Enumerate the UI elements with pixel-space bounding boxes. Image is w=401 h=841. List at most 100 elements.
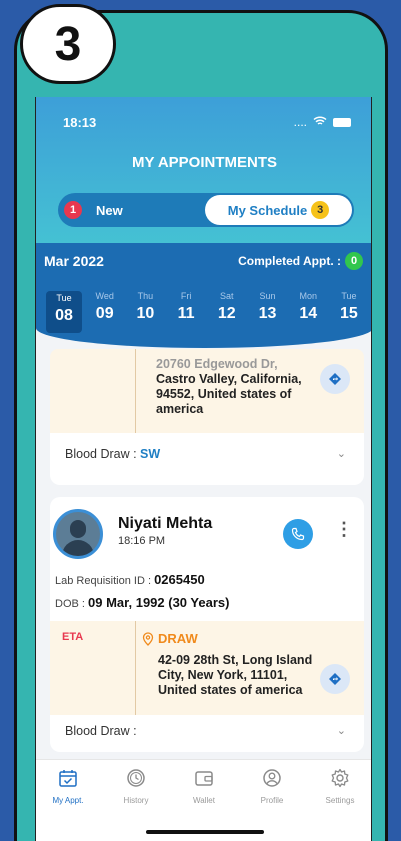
address-divider <box>135 621 136 715</box>
day-number: 12 <box>217 305 236 322</box>
blood-draw-label: Blood Draw : <box>65 447 137 461</box>
day-number: 10 <box>136 305 155 322</box>
status-icons: .... <box>294 115 351 129</box>
view-toggle: 1 New My Schedule 3 <box>58 193 354 227</box>
day-number: 08 <box>55 307 73 324</box>
day-item[interactable]: Wed 09 <box>87 291 123 333</box>
day-list: Tue 08 Wed 09 Thu 10 Fri 11 Sat 12 Sun 13 Mon 1… <box>46 291 371 333</box>
address-line: United states of america <box>158 683 303 697</box>
tab-profile[interactable]: Profile <box>242 768 302 805</box>
tab-label: My Appt. <box>52 796 84 805</box>
navigate-button[interactable] <box>320 364 350 394</box>
date-strip: Mar 2022 Completed Appt. : 0 Tue 08 Wed 09… <box>36 243 371 348</box>
clock-icon <box>106 768 166 792</box>
blood-draw: Blood Draw : <box>65 724 137 738</box>
tab-wallet[interactable]: Wallet <box>174 768 234 805</box>
lab-requisition: Lab Requisition ID : 0265450 <box>55 572 205 587</box>
tab-new[interactable]: 1 New <box>64 201 123 219</box>
completed-label: Completed Appt. : <box>238 254 341 268</box>
address-line: City, New York, 11101, <box>158 668 288 682</box>
completed-appointments: Completed Appt. : 0 <box>238 252 363 270</box>
dob-value: 09 Mar, 1992 (30 Years) <box>88 595 230 610</box>
blood-draw-label: Blood Draw : <box>65 724 137 738</box>
day-weekday: Fri <box>180 291 192 301</box>
day-weekday: Sun <box>259 291 276 301</box>
day-weekday: Tue <box>341 291 357 301</box>
navigate-button[interactable] <box>320 664 350 694</box>
directions-icon <box>329 373 341 385</box>
day-item[interactable]: Thu 10 <box>127 291 163 333</box>
address-line: 94552, United states of <box>156 387 292 401</box>
lab-req-label: Lab Requisition ID : <box>55 575 151 587</box>
tab-my-schedule[interactable]: My Schedule 3 <box>205 195 352 225</box>
calendar-month[interactable]: Mar 2022 <box>44 253 104 269</box>
tab-label: History <box>123 796 149 805</box>
status-time: 18:13 <box>63 115 97 130</box>
address-line: 42-09 28th St, Long Island <box>158 653 313 667</box>
tab-new-label: New <box>96 202 123 218</box>
chevron-down-icon[interactable]: ⌄ <box>337 447 346 460</box>
phone-screen: 18:13 .... MY APPOINTMENTS 1 New My Sche… <box>35 97 372 841</box>
home-indicator <box>146 830 264 834</box>
date-of-birth: DOB : 09 Mar, 1992 (30 Years) <box>55 595 229 610</box>
draw-location: DRAW <box>142 631 198 646</box>
address-box: ETA DRAW 42-09 28th St, Long Island City… <box>50 621 364 715</box>
schedule-count-badge: 3 <box>311 201 330 219</box>
day-item[interactable]: Tue 08 <box>46 291 82 333</box>
calendar-check-icon <box>38 768 98 792</box>
lab-req-value: 0265450 <box>154 572 205 587</box>
directions-icon <box>329 673 341 685</box>
address-box: 20760 Edgewood Dr, Castro Valley, Califo… <box>50 349 364 433</box>
day-item[interactable]: Sat 12 <box>209 291 245 333</box>
tab-my-schedule-label: My Schedule <box>227 202 308 218</box>
day-weekday: Thu <box>137 291 154 301</box>
tab-label: Settings <box>325 796 355 805</box>
appointment-card[interactable]: Niyati Mehta 18:16 PM ⋮ Lab Requisition … <box>50 497 364 752</box>
day-weekday: Tue <box>56 293 72 303</box>
tab-label: Wallet <box>193 796 215 805</box>
blood-draw-code: SW <box>140 447 161 461</box>
more-options-icon[interactable]: ⋮ <box>335 519 353 540</box>
day-weekday: Sat <box>220 291 234 301</box>
day-item[interactable]: Fri 11 <box>168 291 204 333</box>
day-number: 11 <box>177 305 195 322</box>
wifi-icon <box>313 115 327 129</box>
day-item[interactable]: Mon 14 <box>290 291 326 333</box>
completed-count-badge: 0 <box>345 252 363 270</box>
day-number: 09 <box>95 305 114 322</box>
appointment-card[interactable]: 20760 Edgewood Dr, Castro Valley, Califo… <box>50 349 364 485</box>
tab-settings[interactable]: Settings <box>310 768 370 805</box>
address-divider <box>135 349 136 433</box>
avatar <box>53 509 103 559</box>
wallet-icon <box>174 768 234 792</box>
dob-label: DOB : <box>55 598 85 610</box>
location-pin-icon <box>142 631 154 646</box>
appointment-time: 18:16 PM <box>118 535 166 547</box>
address-text: 42-09 28th St, Long Island City, New Yor… <box>158 653 318 698</box>
day-item[interactable]: Tue 15 <box>331 291 367 333</box>
app-header: 18:13 .... MY APPOINTMENTS 1 New My Sche… <box>36 97 371 247</box>
tab-my-appt[interactable]: My Appt. <box>38 768 98 805</box>
chevron-down-icon[interactable]: ⌄ <box>337 724 346 737</box>
address-line: 20760 Edgewood Dr, <box>156 357 278 371</box>
day-weekday: Mon <box>299 291 317 301</box>
page-title: MY APPOINTMENTS <box>131 154 277 171</box>
battery-icon <box>333 117 351 127</box>
address-line: america <box>156 402 204 416</box>
tab-label: Profile <box>260 796 284 805</box>
phone-icon <box>291 527 305 541</box>
gear-icon <box>310 768 370 792</box>
step-badge: 3 <box>20 4 116 84</box>
day-number: 15 <box>340 305 358 322</box>
address-line: Castro Valley, California, <box>156 372 302 386</box>
new-count-badge: 1 <box>64 201 82 219</box>
day-number: 14 <box>299 305 318 322</box>
day-item[interactable]: Sun 13 <box>250 291 286 333</box>
call-button[interactable] <box>283 519 313 549</box>
tab-history[interactable]: History <box>106 768 166 805</box>
signal-icon: .... <box>293 115 307 129</box>
draw-label: DRAW <box>158 631 198 646</box>
day-weekday: Wed <box>95 291 114 301</box>
eta-label: ETA <box>62 631 84 643</box>
patient-name: Niyati Mehta <box>118 515 213 532</box>
